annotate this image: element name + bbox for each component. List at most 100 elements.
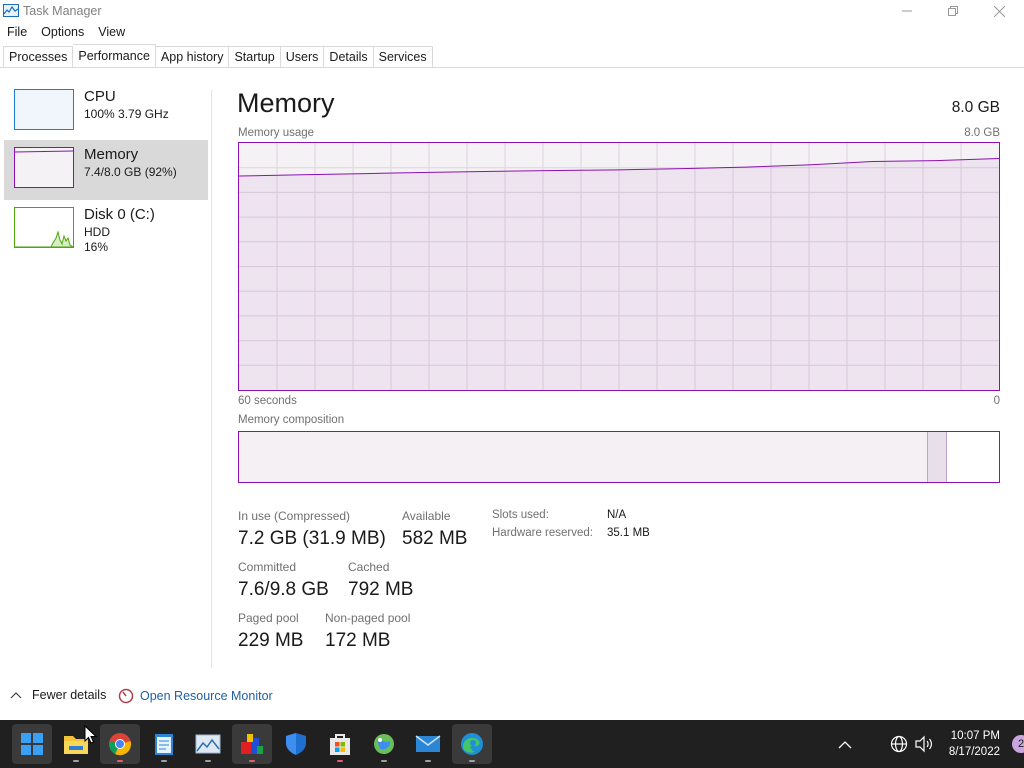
open-resource-monitor-link[interactable]: Open Resource Monitor	[118, 688, 273, 704]
close-button[interactable]	[976, 0, 1022, 22]
hardware-reserved-label: Hardware reserved:	[492, 527, 593, 539]
memory-usage-chart	[238, 143, 1000, 390]
tab-performance[interactable]: Performance	[73, 44, 156, 68]
running-indicator	[249, 760, 255, 762]
committed-value: 7.6/9.8 GB	[238, 579, 329, 600]
security-icon	[286, 733, 306, 755]
paint-app-icon	[241, 734, 263, 754]
tab-divider	[0, 67, 1024, 68]
sidebar-item-cpu[interactable]: CPU 100% 3.79 GHz	[4, 82, 208, 142]
memory-composition-bar[interactable]	[238, 431, 1000, 483]
store-icon	[330, 734, 350, 755]
minimize-button[interactable]	[884, 0, 930, 22]
window-title: Task Manager	[23, 4, 102, 18]
maps-icon	[374, 734, 394, 754]
chevron-up-icon	[838, 740, 852, 748]
available-value: 582 MB	[402, 528, 468, 549]
clock-time: 10:07 PM	[950, 730, 1000, 742]
cached-value: 792 MB	[348, 579, 414, 600]
non-paged-pool-label: Non-paged pool	[325, 611, 411, 625]
tab-strip: Processes Performance App history Startu…	[3, 44, 433, 68]
slots-used-label: Slots used:	[492, 509, 549, 521]
in-use-label: In use (Compressed)	[238, 509, 351, 523]
available-label: Available	[402, 509, 451, 523]
in-use-value: 7.2 GB (31.9 MB)	[238, 528, 386, 549]
taskbar-clock[interactable]: 10:07 PM 8/17/2022	[949, 728, 1000, 760]
taskbar-maps[interactable]	[364, 724, 404, 764]
tab-startup[interactable]: Startup	[229, 46, 281, 68]
menu-options[interactable]: Options	[34, 24, 91, 42]
taskbar-chrome[interactable]	[100, 724, 140, 764]
tab-details[interactable]: Details	[324, 46, 374, 68]
taskbar-edge[interactable]	[452, 724, 492, 764]
running-indicator	[469, 760, 475, 762]
taskbar-notepad[interactable]	[144, 724, 184, 764]
taskbar-paint-app[interactable]	[232, 724, 272, 764]
taskbar-mail[interactable]	[408, 724, 448, 764]
show-hidden-icons-button[interactable]	[838, 720, 852, 768]
tab-services[interactable]: Services	[373, 46, 433, 68]
footer-bar: Fewer details Open Resource Monitor	[0, 680, 1024, 712]
tab-processes[interactable]: Processes	[3, 46, 74, 68]
tab-users[interactable]: Users	[280, 46, 325, 68]
running-indicator	[205, 760, 211, 762]
hardware-reserved-value: 35.1 MB	[607, 527, 650, 539]
sidebar-item-memory[interactable]: Memory 7.4/8.0 GB (92%)	[4, 140, 208, 200]
resource-monitor-label: Open Resource Monitor	[140, 689, 273, 703]
running-indicator	[161, 760, 167, 762]
running-indicator	[73, 760, 79, 762]
memory-thumbnail-graph	[14, 147, 74, 188]
edge-icon	[461, 733, 483, 755]
start-icon	[21, 733, 43, 755]
committed-label: Committed	[238, 560, 297, 574]
sidebar-item-detail: 100% 3.79 GHz	[84, 107, 169, 121]
running-indicator	[337, 760, 343, 762]
running-indicator	[117, 760, 123, 762]
menu-file[interactable]: File	[0, 24, 34, 42]
minimize-icon	[902, 10, 912, 12]
sidebar-item-disk[interactable]: Disk 0 (C:) HDD 16%	[4, 200, 208, 260]
sidebar-item-name: Disk 0 (C:)	[84, 206, 155, 223]
menu-view[interactable]: View	[91, 24, 132, 42]
close-icon	[993, 5, 1005, 17]
menu-bar: File Options View	[0, 24, 132, 42]
taskbar-security[interactable]	[276, 724, 316, 764]
sidebar-item-name: CPU	[84, 88, 116, 105]
memory-usage-graph	[238, 142, 1000, 391]
clock-date: 8/17/2022	[948, 746, 1000, 758]
title-bar: Task Manager	[0, 0, 1024, 22]
graph-time-left: 60 seconds	[238, 395, 297, 407]
fewer-details-label: Fewer details	[32, 688, 107, 702]
fewer-details-button[interactable]: Fewer details	[10, 688, 106, 702]
slots-used-value: N/A	[607, 509, 627, 521]
mouse-cursor-icon	[84, 725, 97, 744]
memory-usage-label: Memory usage	[238, 127, 315, 139]
sidebar-divider	[211, 90, 212, 668]
composition-free	[947, 432, 999, 482]
restore-icon	[948, 6, 958, 16]
restore-button[interactable]	[930, 0, 976, 22]
volume-tray-button[interactable]	[914, 720, 934, 768]
total-memory: 8.0 GB	[951, 99, 1000, 116]
sidebar-item-detail: 7.4/8.0 GB (92%)	[84, 165, 177, 179]
sidebar-item-usage: 16%	[84, 240, 109, 254]
cpu-thumbnail-graph	[14, 89, 74, 130]
taskbar-photos[interactable]	[188, 724, 228, 764]
sidebar-item-name: Memory	[84, 146, 139, 163]
memory-composition-label: Memory composition	[238, 414, 345, 426]
running-indicator	[381, 760, 387, 762]
volume-icon	[915, 735, 932, 753]
paged-pool-label: Paged pool	[238, 611, 299, 625]
tab-app-history[interactable]: App history	[155, 46, 230, 68]
notepad-icon	[155, 734, 173, 755]
page-title: Memory	[237, 88, 335, 118]
notification-badge[interactable]: 2	[1012, 735, 1024, 753]
network-tray-button[interactable]	[890, 720, 908, 768]
start-button[interactable]	[12, 724, 52, 764]
taskbar-store[interactable]	[320, 724, 360, 764]
resource-monitor-icon	[118, 688, 134, 704]
disk-thumbnail-graph	[14, 207, 75, 248]
chrome-icon	[109, 733, 131, 756]
sidebar-item-detail: HDD	[84, 225, 110, 239]
task-manager-app-icon	[3, 4, 19, 17]
